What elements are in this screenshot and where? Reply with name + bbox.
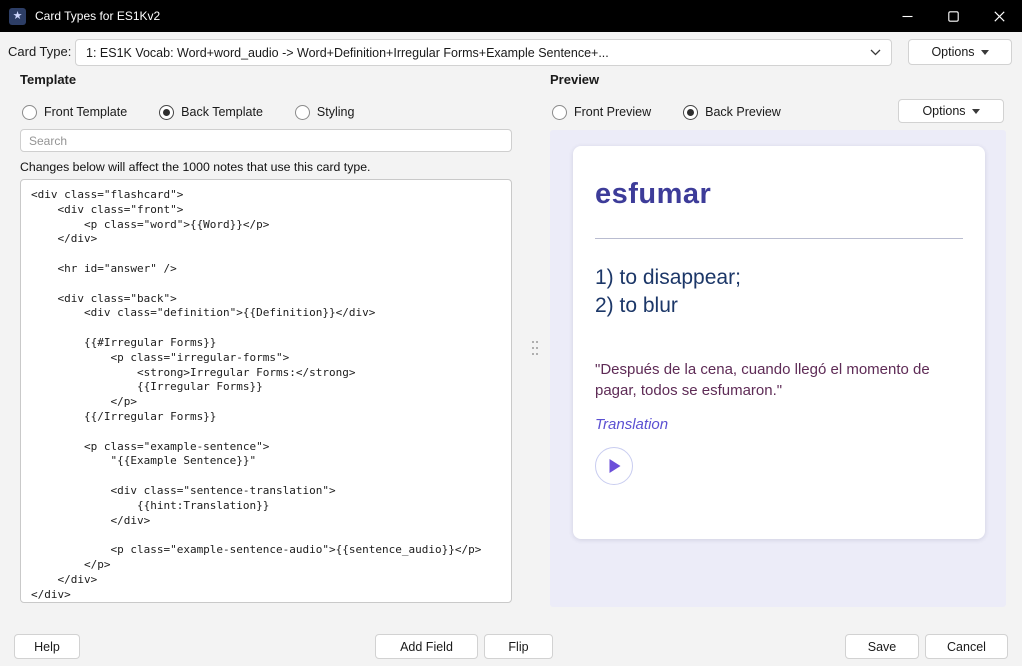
card-type-dropdown[interactable]: 1: ES1K Vocab: Word+word_audio -> Word+D… [75,39,892,66]
window-title: Card Types for ES1Kv2 [35,9,161,23]
close-button[interactable] [976,0,1022,32]
radio-styling[interactable]: Styling [294,104,354,120]
card-definition: 1) to disappear; 2) to blur [595,266,741,317]
card-type-value: 1: ES1K Vocab: Word+word_audio -> Word+D… [86,45,609,60]
save-button[interactable]: Save [845,634,919,659]
minimize-icon [902,15,912,17]
panel-splitter-handle[interactable] [530,337,540,363]
minimize-button[interactable] [884,0,930,32]
radio-front-template[interactable]: Front Template [22,104,127,120]
answer-divider [595,238,963,239]
notes-affected-notice: Changes below will affect the 1000 notes… [20,160,371,174]
play-icon [609,459,620,473]
radio-circle [552,104,567,120]
maximize-icon [947,10,959,22]
card-example-sentence: "Después de la cena, cuando llegó el mom… [595,361,930,399]
window-controls [884,0,1022,32]
card-type-options-button[interactable]: Options [908,39,1012,65]
close-icon [993,10,1005,22]
radio-front-preview[interactable]: Front Preview [552,104,651,120]
template-code: <div class="flashcard"> <div class="fron… [31,188,482,601]
search-input[interactable] [20,129,512,152]
radio-circle [683,104,699,120]
preview-pane: esfumar 1) to disappear; 2) to blur "Des… [550,130,1006,607]
audio-play-button[interactable] [595,447,633,485]
card-word: esfumar [595,178,712,210]
cancel-button[interactable]: Cancel [925,634,1008,659]
options-label: Options [922,104,966,118]
preview-header: Preview [550,72,600,87]
titlebar: ★ Card Types for ES1Kv2 [0,0,1022,32]
maximize-button[interactable] [930,0,976,32]
flip-button[interactable]: Flip [484,634,553,659]
radio-back-preview[interactable]: Back Preview [683,104,781,120]
dropdown-arrow-icon [971,108,980,114]
radio-circle [159,104,175,120]
add-field-button[interactable]: Add Field [375,634,478,659]
dropdown-arrow-icon [980,49,989,55]
template-header: Template [20,72,77,87]
radio-circle [294,104,310,120]
radio-back-template[interactable]: Back Template [159,104,263,120]
help-button[interactable]: Help [14,634,80,659]
template-radio-group: Front Template Back Template Styling [22,103,354,121]
options-label: Options [931,45,975,59]
flashcard-preview: esfumar 1) to disappear; 2) to blur "Des… [573,146,985,539]
app-icon: ★ [9,7,26,25]
radio-circle [22,104,37,120]
preview-radio-group: Front Preview Back Preview [552,103,781,121]
chevron-down-icon [870,49,881,56]
template-code-editor[interactable]: <div class="flashcard"> <div class="fron… [20,179,512,603]
preview-options-button[interactable]: Options [898,99,1004,123]
card-type-label: Card Type: [8,44,72,59]
translation-hint-link[interactable]: Translation [595,416,668,433]
